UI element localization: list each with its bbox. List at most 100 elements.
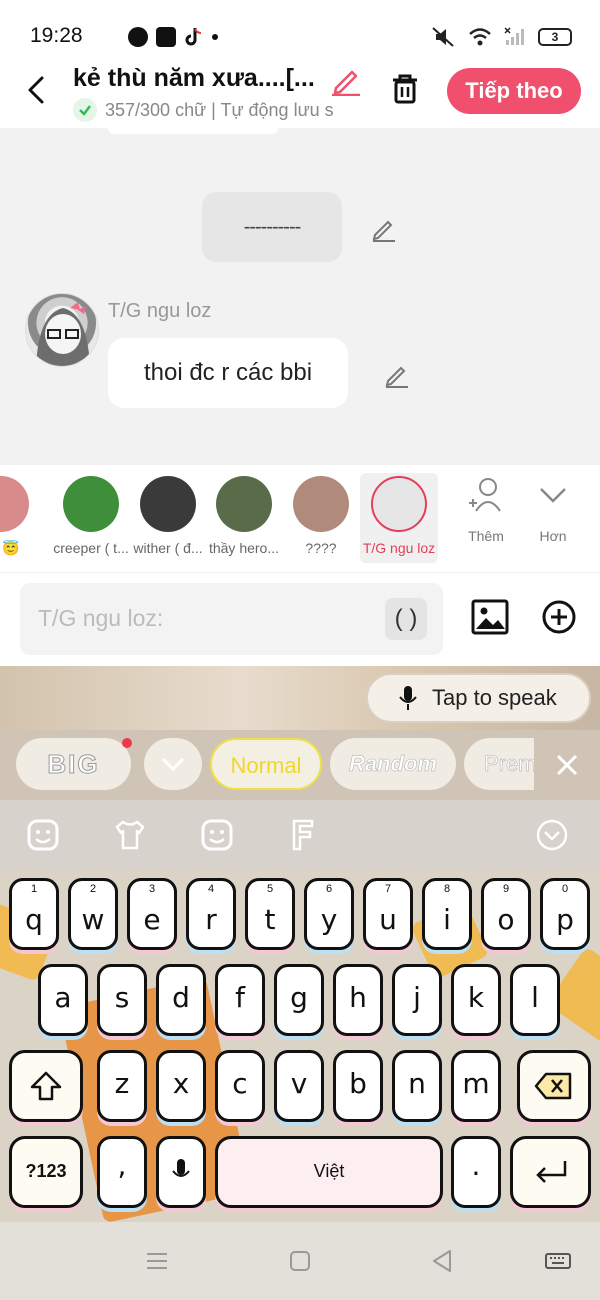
message-input-row: T/G ngu loz: ( ) bbox=[0, 573, 600, 666]
edit-title-button[interactable] bbox=[330, 64, 362, 96]
new-badge-dot bbox=[122, 738, 132, 748]
character-name: ???? bbox=[305, 540, 337, 556]
voice-key[interactable] bbox=[156, 1136, 206, 1208]
space-key[interactable]: Việt bbox=[215, 1136, 443, 1208]
key-f[interactable]: f bbox=[215, 964, 265, 1036]
story-chat-area[interactable]: ---------- T/G ngu loz thoi đc r các bbi bbox=[0, 128, 600, 465]
sticker-icon[interactable] bbox=[26, 818, 60, 852]
character-item-selected[interactable]: T/G ngu loz bbox=[360, 473, 438, 563]
character-name: T/G ngu loz bbox=[362, 540, 436, 556]
insert-image-button[interactable] bbox=[471, 598, 509, 636]
character-item[interactable]: ???? bbox=[282, 473, 360, 563]
recents-icon[interactable] bbox=[142, 1246, 172, 1276]
edit-separator-icon[interactable] bbox=[370, 214, 398, 242]
close-font-row-button[interactable] bbox=[550, 748, 584, 782]
emoji-icon[interactable] bbox=[200, 818, 234, 852]
message-input[interactable]: T/G ngu loz: ( ) bbox=[20, 583, 443, 655]
character-name: thầy hero... bbox=[208, 540, 280, 556]
backspace-key[interactable] bbox=[517, 1050, 591, 1122]
font-chip-premium[interactable]: Prem bbox=[464, 738, 534, 790]
key-i[interactable]: 8i bbox=[422, 878, 472, 950]
key-w[interactable]: 2w bbox=[68, 878, 118, 950]
key-z[interactable]: z bbox=[97, 1050, 147, 1122]
key-x[interactable]: x bbox=[156, 1050, 206, 1122]
key-h[interactable]: h bbox=[333, 964, 383, 1036]
key-p[interactable]: 0p bbox=[540, 878, 590, 950]
battery-icon: 3 bbox=[538, 28, 572, 46]
key-e[interactable]: 3e bbox=[127, 878, 177, 950]
parentheses-button[interactable]: ( ) bbox=[385, 598, 427, 640]
add-button[interactable] bbox=[541, 599, 577, 635]
status-time: 19:28 bbox=[30, 24, 83, 47]
character-avatar bbox=[140, 476, 196, 532]
key-t[interactable]: 5t bbox=[245, 878, 295, 950]
key-n[interactable]: n bbox=[392, 1050, 442, 1122]
delete-button[interactable] bbox=[388, 72, 422, 106]
next-button[interactable]: Tiếp theo bbox=[447, 68, 581, 114]
key-m[interactable]: m bbox=[451, 1050, 501, 1122]
enter-key[interactable] bbox=[510, 1136, 591, 1208]
shift-key[interactable] bbox=[9, 1050, 83, 1122]
keyboard-keys: 1q 2w 3e 4r 5t 6y 7u 8i 9o 0p a s d f g … bbox=[0, 870, 600, 1222]
edit-message-icon[interactable] bbox=[383, 360, 411, 388]
author-avatar[interactable] bbox=[25, 293, 99, 367]
period-key[interactable]: . bbox=[451, 1136, 501, 1208]
more-characters-label: Hơn bbox=[539, 528, 567, 544]
word-count-text: 357/300 chữ | Tự động lưu s bbox=[105, 99, 334, 120]
notification-dot-icon bbox=[212, 34, 218, 40]
font-chip-normal[interactable]: Normal bbox=[210, 738, 322, 790]
keyboard-toolbar bbox=[0, 800, 600, 870]
message-author: T/G ngu loz bbox=[108, 300, 212, 322]
keyboard: Tap to speak BIG Normal Random Prem 1q 2… bbox=[0, 666, 600, 1300]
font-chip-big[interactable]: BIG bbox=[16, 738, 131, 790]
comma-key[interactable]: , bbox=[97, 1136, 147, 1208]
key-y[interactable]: 6y bbox=[304, 878, 354, 950]
key-r[interactable]: 4r bbox=[186, 878, 236, 950]
key-o[interactable]: 9o bbox=[481, 878, 531, 950]
home-icon[interactable] bbox=[285, 1246, 315, 1276]
collapse-keyboard-icon[interactable] bbox=[535, 818, 569, 852]
separator-bubble[interactable]: ---------- bbox=[202, 192, 342, 262]
key-a[interactable]: a bbox=[38, 964, 88, 1036]
character-avatar bbox=[371, 476, 427, 532]
message-bubble[interactable]: thoi đc r các bbi bbox=[108, 338, 348, 408]
theme-shirt-icon[interactable] bbox=[113, 818, 147, 852]
character-name: creeper ( t... bbox=[53, 540, 129, 556]
font-icon[interactable] bbox=[286, 818, 320, 852]
font-chip-random[interactable]: Random bbox=[330, 738, 456, 790]
back-nav-icon[interactable] bbox=[428, 1246, 458, 1276]
character-item[interactable]: an 😇 bbox=[0, 473, 40, 563]
key-g[interactable]: g bbox=[274, 964, 324, 1036]
key-j[interactable]: j bbox=[392, 964, 442, 1036]
key-d[interactable]: d bbox=[156, 964, 206, 1036]
message-input-placeholder: T/G ngu loz: bbox=[38, 605, 164, 631]
character-item[interactable]: wither ( đ... bbox=[129, 473, 207, 563]
key-u[interactable]: 7u bbox=[363, 878, 413, 950]
key-k[interactable]: k bbox=[451, 964, 501, 1036]
font-list-dropdown[interactable] bbox=[144, 738, 202, 790]
character-item[interactable]: thầy hero... bbox=[205, 473, 283, 563]
key-v[interactable]: v bbox=[274, 1050, 324, 1122]
character-item[interactable]: creeper ( t... bbox=[52, 473, 130, 563]
key-c[interactable]: c bbox=[215, 1050, 265, 1122]
more-characters-button[interactable]: Hơn bbox=[525, 477, 581, 544]
key-b[interactable]: b bbox=[333, 1050, 383, 1122]
story-title[interactable]: kẻ thù năm xưa....[... bbox=[73, 64, 315, 93]
chevron-down-icon bbox=[540, 488, 566, 503]
status-system-icons: 3 bbox=[430, 26, 572, 48]
tap-to-speak-button[interactable]: Tap to speak bbox=[366, 673, 591, 723]
keyboard-switch-icon[interactable] bbox=[543, 1246, 573, 1276]
status-bar: 19:28 3 bbox=[0, 0, 600, 60]
enter-arrow-icon bbox=[535, 1161, 566, 1183]
save-status: 357/300 chữ | Tự động lưu s bbox=[73, 98, 361, 122]
key-s[interactable]: s bbox=[97, 964, 147, 1036]
add-character-button[interactable]: Thêm bbox=[458, 477, 514, 544]
editor-header: kẻ thù năm xưa....[... 357/300 chữ | Tự … bbox=[0, 60, 600, 130]
key-l[interactable]: l bbox=[510, 964, 560, 1036]
character-avatar bbox=[63, 476, 119, 532]
character-avatar bbox=[293, 476, 349, 532]
key-q[interactable]: 1q bbox=[9, 878, 59, 950]
symbols-key[interactable]: ?123 bbox=[9, 1136, 83, 1208]
shift-arrow-icon bbox=[30, 1071, 62, 1101]
back-button[interactable] bbox=[22, 70, 54, 110]
